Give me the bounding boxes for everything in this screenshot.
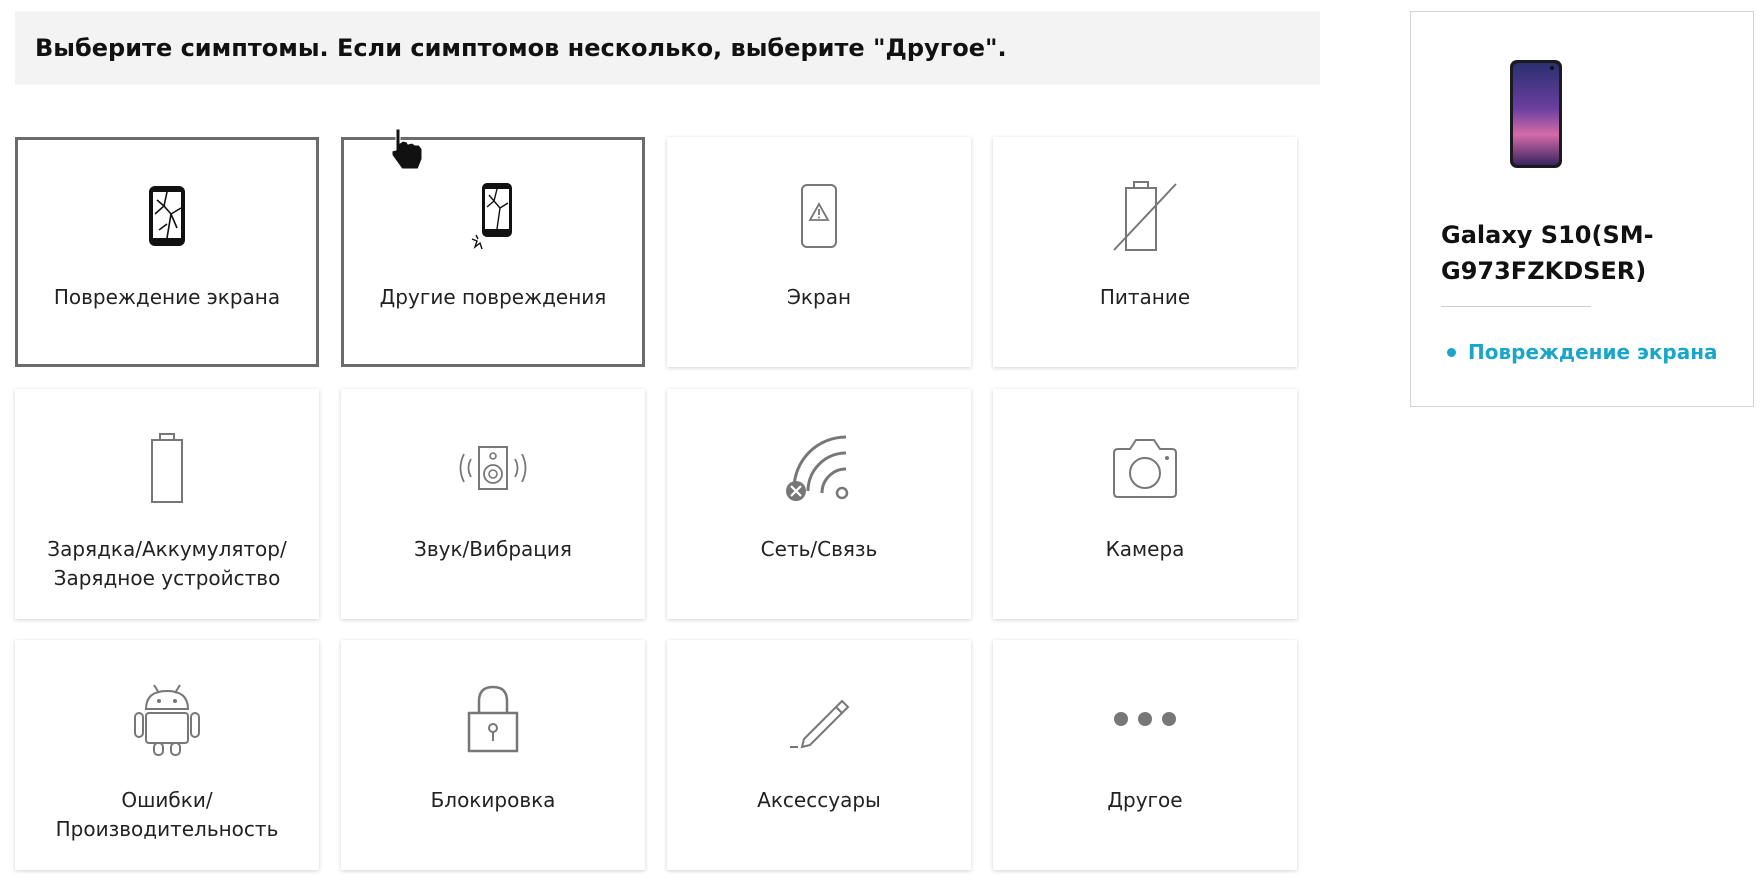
symptom-label: Повреждение экрана	[53, 285, 281, 309]
camera-icon	[993, 433, 1297, 503]
android-icon	[15, 684, 319, 756]
phone-image	[1510, 60, 1562, 168]
symptom-tile-sound[interactable]: Звук/Вибрация	[341, 389, 645, 619]
selected-symptom-item: Повреждение экрана	[1447, 340, 1718, 364]
more-dots-icon	[993, 684, 1297, 754]
divider	[1441, 306, 1591, 307]
symptom-label: Камера	[1105, 537, 1185, 561]
symptom-label: Ошибки/ Производительность	[55, 788, 279, 841]
cracked-screen-icon	[18, 181, 316, 251]
symptom-label: Сеть/Связь	[760, 537, 878, 561]
symptom-label: Аксессуары	[757, 788, 881, 812]
symptom-tile-screen[interactable]: Экран	[667, 137, 971, 367]
symptom-label: Звук/Вибрация	[414, 537, 572, 561]
speaker-vibration-icon	[341, 433, 645, 503]
symptom-label: Другое	[1107, 788, 1183, 812]
symptom-label: Другие повреждения	[379, 285, 607, 309]
symptom-label: Питание	[1099, 285, 1191, 309]
symptom-label: Зарядка/Аккумулятор/ Зарядное устройство	[47, 537, 287, 590]
selected-symptom-label: Повреждение экрана	[1468, 340, 1718, 364]
symptom-tile-other-damage[interactable]: Другие повреждения	[341, 137, 645, 367]
symptom-tile-power[interactable]: Питание	[993, 137, 1297, 367]
hand-cursor-icon	[391, 128, 423, 170]
symptom-tile-camera[interactable]: Камера	[993, 389, 1297, 619]
screen-warning-icon	[667, 181, 971, 251]
lock-icon	[341, 684, 645, 754]
instruction-text: Выберите симптомы. Если симптомов нескол…	[35, 34, 1007, 62]
pen-icon	[667, 684, 971, 754]
battery-icon	[15, 433, 319, 503]
bullet-dot-icon	[1447, 347, 1456, 357]
symptom-tile-screen-damage[interactable]: Повреждение экрана	[15, 137, 319, 367]
instruction-banner: Выберите симптомы. Если симптомов нескол…	[15, 11, 1320, 85]
symptom-tile-other[interactable]: Другое	[993, 640, 1297, 870]
device-model-name: Galaxy S10(SM-G973FZKDSER)	[1441, 221, 1654, 285]
symptom-tile-accessories[interactable]: Аксессуары	[667, 640, 971, 870]
power-off-battery-icon	[993, 181, 1297, 251]
symptom-tile-errors[interactable]: Ошибки/ Производительность	[15, 640, 319, 870]
symptom-tile-charging[interactable]: Зарядка/Аккумулятор/ Зарядное устройство	[15, 389, 319, 619]
symptom-selection-page: Выберите симптомы. Если симптомов нескол…	[0, 0, 1764, 885]
network-off-icon	[667, 433, 971, 503]
damaged-phone-icon	[344, 181, 642, 251]
device-summary-panel: Galaxy S10(SM-G973FZKDSER) Повреждение э…	[1410, 11, 1754, 407]
symptom-tile-network[interactable]: Сеть/Связь	[667, 389, 971, 619]
symptom-tile-lock[interactable]: Блокировка	[341, 640, 645, 870]
symptom-label: Блокировка	[430, 788, 556, 812]
symptom-label: Экран	[786, 285, 852, 309]
